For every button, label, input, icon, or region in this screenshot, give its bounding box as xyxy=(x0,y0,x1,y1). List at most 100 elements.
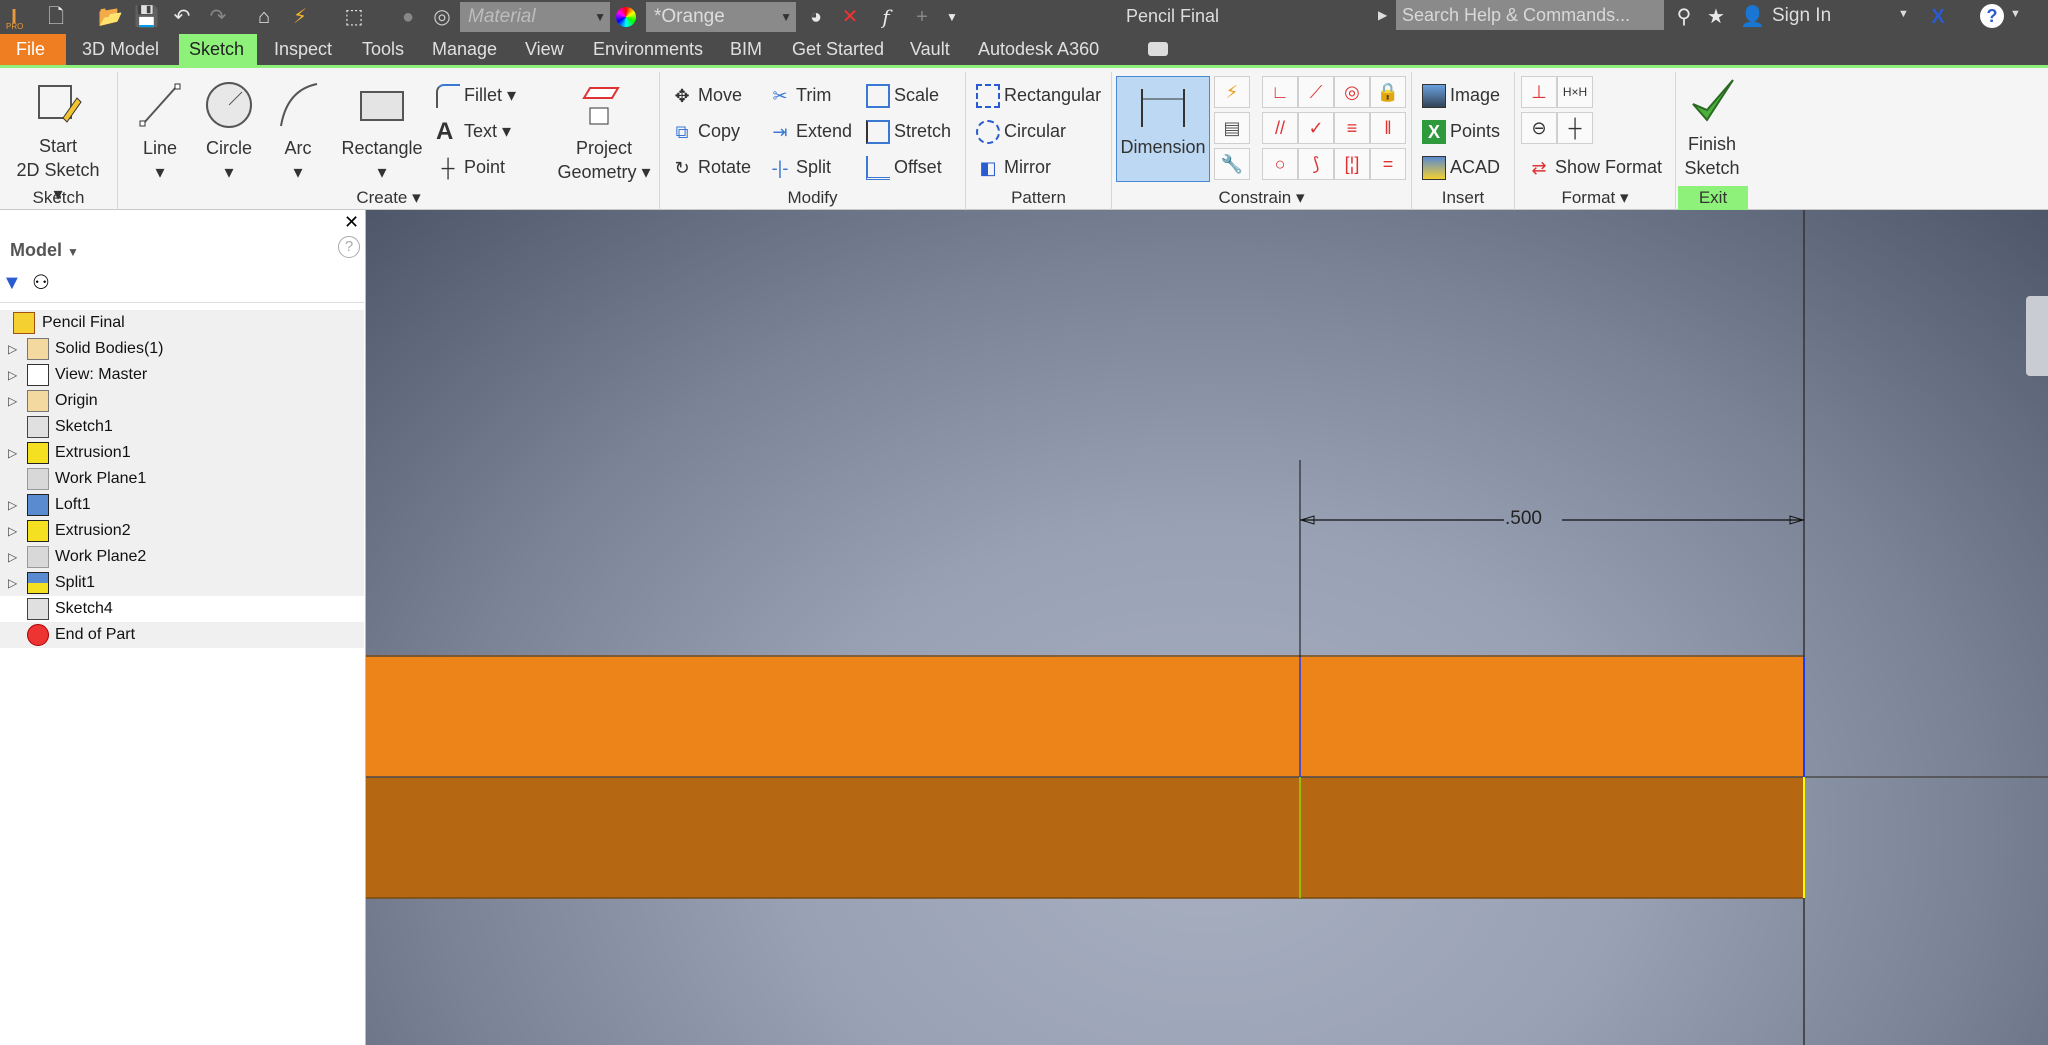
start-2d-sketch-button[interactable]: Start 2D Sketch ▾ xyxy=(10,78,106,206)
tab-manage[interactable]: Manage xyxy=(422,34,507,65)
parallel-button[interactable]: // xyxy=(1262,112,1298,144)
stretch-button[interactable]: Stretch xyxy=(866,117,951,145)
tree-item[interactable]: Sketch1 xyxy=(0,414,364,440)
project-geometry-button[interactable]: Project Geometry ▾ xyxy=(552,80,656,184)
search-input[interactable]: Search Help & Commands... xyxy=(1396,0,1664,30)
communication-icon[interactable]: ⚲ xyxy=(1672,5,1696,29)
exchange-icon[interactable]: X xyxy=(1926,5,1950,29)
expand-arrow-icon[interactable]: ▷ xyxy=(8,492,17,518)
point-button[interactable]: ┼ Point xyxy=(436,153,505,181)
help-icon[interactable]: ? xyxy=(1980,4,2004,28)
filter-icon[interactable]: ▼ xyxy=(2,272,22,295)
create-panel-label[interactable]: Create ▾ xyxy=(118,188,659,208)
expand-arrow-icon[interactable]: ▷ xyxy=(8,518,17,544)
rectangle-button[interactable]: Rectangle ▾ xyxy=(332,80,432,184)
collinear-button[interactable]: ⟋ xyxy=(1298,76,1334,108)
construction-button[interactable]: ⊥ xyxy=(1521,76,1557,108)
offset-button[interactable]: Offset xyxy=(866,153,942,181)
perpendicular-button[interactable]: ✓ xyxy=(1298,112,1334,144)
points-button[interactable]: X Points xyxy=(1422,117,1500,145)
tree-item[interactable]: Sketch4 xyxy=(0,596,364,622)
rotate-button[interactable]: ↻ Rotate xyxy=(670,153,751,181)
clear-appearance-icon[interactable]: ✕ xyxy=(838,5,862,29)
fix-button[interactable]: 🔒 xyxy=(1370,76,1406,108)
close-icon[interactable]: ✕ xyxy=(344,212,359,233)
tree-item[interactable]: ▷ View: Master xyxy=(0,362,364,388)
undo-icon[interactable]: ↶ xyxy=(170,5,194,29)
split-button[interactable]: -|- Split xyxy=(768,153,831,181)
rectangular-pattern-button[interactable]: Rectangular xyxy=(976,81,1101,109)
favorites-star-icon[interactable]: ★ xyxy=(1704,5,1728,29)
tree-item[interactable]: Pencil Final xyxy=(0,310,364,336)
tree-item[interactable]: Work Plane1 xyxy=(0,466,364,492)
tab-file[interactable]: File xyxy=(0,34,66,65)
chevron-down-icon[interactable]: ▼ xyxy=(2010,8,2021,20)
dimension-value[interactable]: .500 xyxy=(1505,508,1542,530)
expand-arrow-icon[interactable]: ▷ xyxy=(8,570,17,596)
tree-item[interactable]: ▷ Origin xyxy=(0,388,364,414)
format-panel-label[interactable]: Format ▾ xyxy=(1515,188,1675,208)
panel-toggle-icon[interactable] xyxy=(1148,42,1168,56)
symmetric-button[interactable]: [¦] xyxy=(1334,148,1370,180)
fillet-button[interactable]: Fillet ▾ xyxy=(436,81,516,109)
constraint-settings-button[interactable]: 🔧 xyxy=(1214,148,1250,180)
dimension-button[interactable]: Dimension xyxy=(1116,76,1210,182)
help-icon[interactable]: ? xyxy=(338,236,360,258)
graphics-canvas[interactable]: .500 xyxy=(366,210,2048,1045)
horizontal-button[interactable]: ≡ xyxy=(1334,112,1370,144)
new-file-icon[interactable]: 🗋 xyxy=(44,5,68,29)
centerline-button[interactable]: ⊖ xyxy=(1521,112,1557,144)
show-format-button[interactable]: ⇄ Show Format xyxy=(1527,153,1662,181)
tab-sketch[interactable]: Sketch xyxy=(179,34,257,65)
select-icon[interactable]: ⬚ xyxy=(342,5,366,29)
tree-item[interactable]: End of Part xyxy=(0,622,364,648)
find-binoculars-icon[interactable]: ⚇ xyxy=(32,270,50,295)
center-point-button[interactable]: ┼ xyxy=(1557,112,1593,144)
tree-item[interactable]: ▷ Work Plane2 xyxy=(0,544,364,570)
tree-item[interactable]: ▷ Extrusion2 xyxy=(0,518,364,544)
copy-button[interactable]: ⧉ Copy xyxy=(670,117,740,145)
expand-arrow-icon[interactable]: ▷ xyxy=(8,388,17,414)
update-icon[interactable]: ⚡ xyxy=(288,5,312,29)
tab-view[interactable]: View xyxy=(515,34,574,65)
concentric-button[interactable]: ◎ xyxy=(1334,76,1370,108)
tab-bim[interactable]: BIM xyxy=(720,34,772,65)
driven-dimension-button[interactable]: H×H xyxy=(1557,76,1593,108)
tab-inspect[interactable]: Inspect xyxy=(264,34,342,65)
tab-get-started[interactable]: Get Started xyxy=(782,34,894,65)
plus-icon[interactable]: + xyxy=(910,5,934,29)
smooth-button[interactable]: ⟆ xyxy=(1298,148,1334,180)
tab-vault[interactable]: Vault xyxy=(900,34,960,65)
open-icon[interactable]: 📂 xyxy=(98,5,123,29)
tree-item[interactable]: ▷ Split1 xyxy=(0,570,364,596)
mirror-button[interactable]: ◧ Mirror xyxy=(976,153,1051,181)
customize-icon[interactable]: ▼ xyxy=(940,5,964,29)
arc-button[interactable]: Arc ▾ xyxy=(268,80,328,184)
expand-arrow-icon[interactable]: ▷ xyxy=(8,336,17,362)
coincident-button[interactable]: ∟ xyxy=(1262,76,1298,108)
tree-item[interactable]: ▷ Loft1 xyxy=(0,492,364,518)
tab-autodesk-a360[interactable]: Autodesk A360 xyxy=(968,34,1109,65)
image-button[interactable]: Image xyxy=(1422,81,1500,109)
trim-button[interactable]: ✂ Trim xyxy=(768,81,831,109)
parameters-icon[interactable]: f xyxy=(874,5,898,29)
tab-tools[interactable]: Tools xyxy=(352,34,414,65)
finish-sketch-button[interactable]: Finish Sketch xyxy=(1676,76,1748,180)
tree-item[interactable]: ▷ Extrusion1 xyxy=(0,440,364,466)
show-constraints-button[interactable]: ▤ xyxy=(1214,112,1250,144)
tab-3d-model[interactable]: 3D Model xyxy=(72,34,169,65)
tree-item[interactable]: ▷ Solid Bodies(1) xyxy=(0,336,364,362)
material-dropdown[interactable]: Material ▼ xyxy=(460,2,610,32)
user-icon[interactable]: 👤 xyxy=(1740,5,1765,29)
sign-in-button[interactable]: Sign In xyxy=(1772,5,1831,27)
navigation-bar-handle[interactable] xyxy=(2026,296,2048,376)
redo-icon[interactable]: ↷ xyxy=(206,5,230,29)
browser-title-dropdown[interactable]: Model ▼ xyxy=(10,240,79,261)
equal-button[interactable]: = xyxy=(1370,148,1406,180)
scale-button[interactable]: Scale xyxy=(866,81,939,109)
expand-arrow-icon[interactable]: ▷ xyxy=(8,362,17,388)
vertical-button[interactable]: ‖ xyxy=(1370,112,1406,144)
expand-icon[interactable]: ▶ xyxy=(1378,8,1387,22)
save-icon[interactable]: 💾 xyxy=(134,5,159,29)
circle-button[interactable]: Circle ▾ xyxy=(194,80,264,184)
